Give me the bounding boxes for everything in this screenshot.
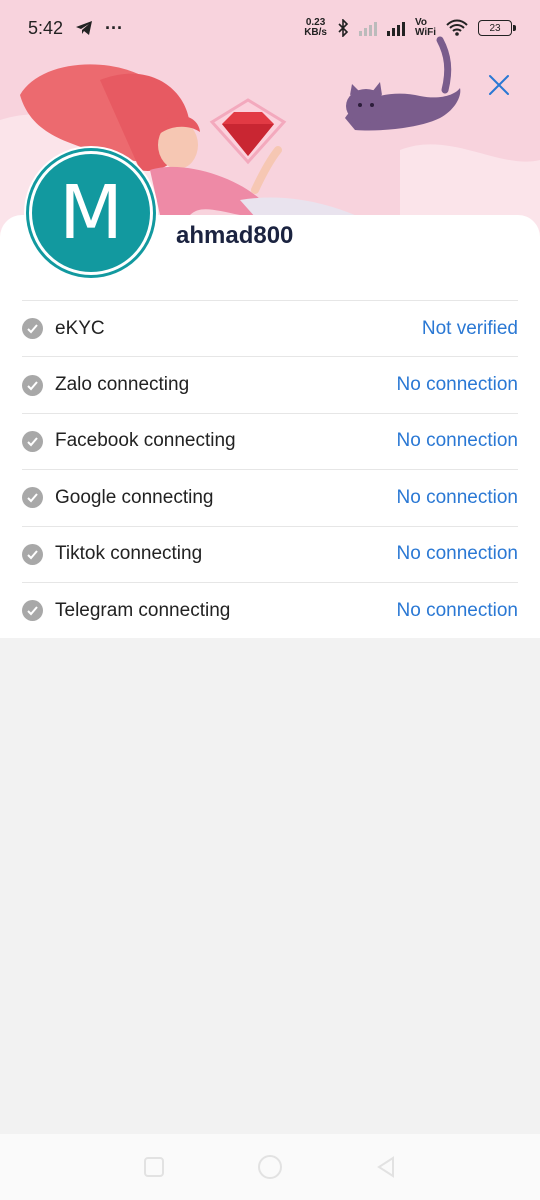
check-circle-icon — [22, 600, 43, 622]
system-navigation-bar — [0, 1134, 540, 1200]
check-circle-icon — [22, 543, 43, 565]
row-label: eKYC — [55, 317, 105, 339]
wifi-icon — [446, 19, 468, 36]
avatar-letter: M — [59, 170, 123, 256]
signal-strength-icon-sim2 — [386, 20, 405, 36]
row-left: Google connecting — [22, 487, 213, 509]
avatar-circle: M — [29, 151, 153, 275]
bluetooth-icon — [338, 19, 349, 37]
row-left: eKYC — [22, 318, 105, 340]
recent-apps-button[interactable] — [143, 1156, 165, 1178]
row-status-link[interactable]: No connection — [397, 374, 518, 396]
list-item-zalo[interactable]: Zalo connecting No connection — [22, 356, 518, 412]
connection-list: eKYC Not verified Zalo connecting No con… — [22, 300, 518, 638]
battery-level: 23 — [489, 22, 501, 34]
vowifi-bottom: WiFi — [414, 27, 436, 38]
row-label: Zalo connecting — [55, 374, 190, 396]
list-item-facebook[interactable]: Facebook connecting No connection — [22, 412, 518, 469]
back-button[interactable] — [375, 1156, 397, 1178]
row-left: Facebook connecting — [22, 430, 236, 452]
check-circle-icon — [22, 374, 43, 396]
status-bar-right: 0.23 KB/s Vo WiFi 23 — [304, 18, 516, 38]
row-status-link[interactable]: Not verified — [422, 318, 518, 340]
row-left: Zalo connecting — [22, 374, 189, 396]
telegram-icon — [76, 21, 93, 35]
check-circle-icon — [22, 318, 43, 340]
row-status-link[interactable]: No connection — [397, 430, 518, 452]
row-status-link[interactable]: No connection — [397, 543, 518, 565]
status-time: 5:42 — [28, 17, 64, 38]
row-label: Tiktok connecting — [55, 543, 203, 565]
signal-strength-icon-sim1 — [358, 20, 377, 36]
list-item-tiktok[interactable]: Tiktok connecting No connection — [22, 525, 518, 582]
username: ahmad800 — [176, 222, 294, 249]
row-label: Telegram connecting — [55, 599, 231, 621]
check-circle-icon — [22, 430, 43, 452]
list-item-ekyc[interactable]: eKYC Not verified — [22, 300, 518, 356]
row-left: Telegram connecting — [22, 600, 230, 622]
home-button[interactable] — [257, 1154, 283, 1180]
avatar: M — [24, 146, 158, 280]
battery-icon: 23 — [478, 20, 516, 36]
net-speed-unit: KB/s — [304, 27, 327, 38]
row-status-link[interactable]: No connection — [397, 487, 518, 509]
status-bar-left: 5:42 ··· — [28, 18, 123, 39]
status-more-indicator: ··· — [105, 17, 124, 38]
list-item-telegram[interactable]: Telegram connecting No connection — [22, 581, 518, 638]
net-speed: 0.23 KB/s — [304, 18, 327, 38]
vowifi-indicator: Vo WiFi — [415, 18, 436, 38]
row-status-link[interactable]: No connection — [397, 600, 518, 622]
row-label: Google connecting — [55, 486, 214, 508]
status-bar: 5:42 ··· 0.23 KB/s Vo WiFi 23 — [0, 0, 540, 56]
close-button[interactable] — [484, 70, 514, 100]
list-item-google[interactable]: Google connecting No connection — [22, 469, 518, 525]
row-left: Tiktok connecting — [22, 543, 202, 565]
row-label: Facebook connecting — [55, 430, 236, 452]
check-circle-icon — [22, 487, 43, 509]
close-icon — [489, 75, 509, 95]
